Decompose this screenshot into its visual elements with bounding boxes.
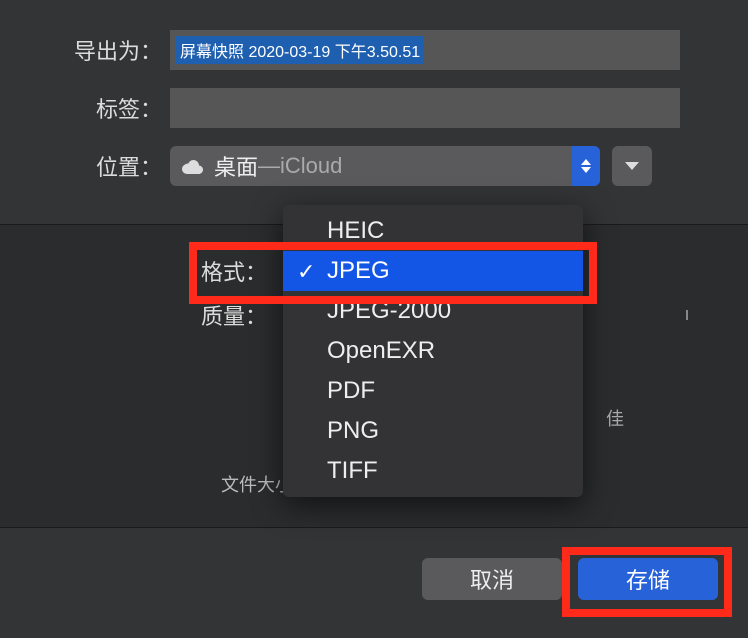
- bottom-section: 取消 存储: [0, 527, 748, 630]
- format-option-jpeg2000[interactable]: JPEG-2000: [283, 291, 583, 331]
- chevron-down-icon: [625, 162, 639, 170]
- format-option-pdf[interactable]: PDF: [283, 371, 583, 411]
- location-name: 桌面: [214, 150, 258, 182]
- location-sep: —: [258, 153, 280, 179]
- top-section: 导出为： 屏幕快照 2020-03-19 下午3.50.51 标签： 位置： 桌…: [0, 0, 748, 224]
- filename-value: 屏幕快照 2020-03-19 下午3.50.51: [176, 36, 424, 64]
- export-as-row: 导出为： 屏幕快照 2020-03-19 下午3.50.51: [40, 30, 708, 70]
- tags-input[interactable]: [170, 88, 680, 128]
- quality-best-label: 佳: [606, 405, 624, 431]
- tags-label: 标签：: [40, 92, 170, 124]
- slider-tick: [686, 310, 688, 320]
- expand-button[interactable]: [612, 146, 652, 186]
- filesize-label: 文件大小：: [40, 471, 315, 497]
- cancel-button[interactable]: 取消: [422, 558, 562, 600]
- location-provider: iCloud: [280, 153, 342, 179]
- export-as-label: 导出为：: [40, 34, 170, 66]
- location-row: 位置： 桌面 — iCloud: [40, 146, 708, 186]
- format-label: 格式：: [40, 255, 275, 287]
- checkmark-icon: ✓: [297, 259, 315, 285]
- location-label: 位置：: [40, 150, 170, 182]
- format-dropdown: HEIC ✓ JPEG JPEG-2000 OpenEXR PDF PNG TI…: [283, 205, 583, 497]
- format-option-jpeg[interactable]: ✓ JPEG: [283, 251, 583, 291]
- location-stepper-icon: [572, 146, 600, 186]
- filename-input[interactable]: 屏幕快照 2020-03-19 下午3.50.51: [170, 30, 680, 70]
- format-option-openexr[interactable]: OpenEXR: [283, 331, 583, 371]
- format-option-tiff[interactable]: TIFF: [283, 451, 583, 491]
- location-select[interactable]: 桌面 — iCloud: [170, 146, 600, 186]
- tags-row: 标签：: [40, 88, 708, 128]
- quality-label: 质量：: [40, 299, 275, 331]
- format-option-png[interactable]: PNG: [283, 411, 583, 451]
- format-option-jpeg-label: JPEG: [327, 257, 390, 284]
- export-dialog: 导出为： 屏幕快照 2020-03-19 下午3.50.51 标签： 位置： 桌…: [0, 0, 748, 638]
- save-button[interactable]: 存储: [578, 558, 718, 600]
- cloud-icon: [180, 157, 204, 175]
- format-option-heic[interactable]: HEIC: [283, 211, 583, 251]
